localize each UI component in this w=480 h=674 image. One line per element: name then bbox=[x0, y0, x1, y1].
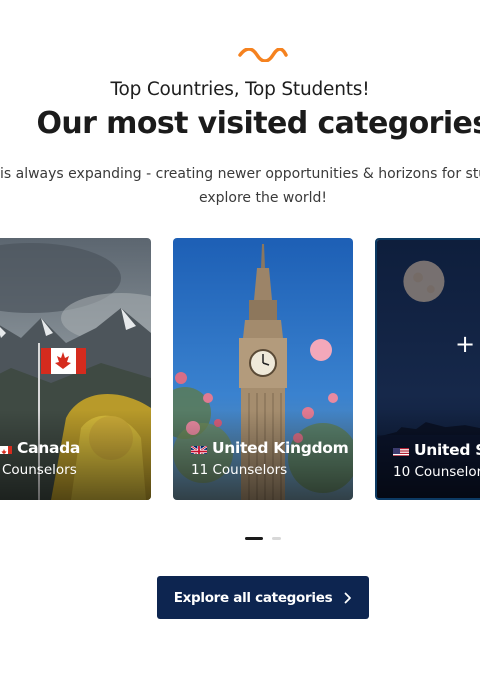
card-country-name: Canada bbox=[17, 439, 81, 457]
category-card-united-states[interactable]: + United St 10 Counselors bbox=[375, 238, 480, 500]
squiggle-decoration-icon bbox=[238, 48, 288, 62]
plus-icon[interactable]: + bbox=[455, 332, 475, 356]
card-counselor-count: 11 Counselors bbox=[191, 462, 288, 478]
flag-uk-icon bbox=[191, 443, 207, 454]
explore-button-label: Explore all categories bbox=[173, 589, 333, 606]
card-title: Canada bbox=[0, 439, 80, 457]
card-title: United St bbox=[393, 441, 480, 459]
chevron-right-icon bbox=[344, 592, 352, 603]
card-country-name: United St bbox=[414, 441, 480, 459]
section-description-line1: is always expanding - creating newer opp… bbox=[0, 166, 480, 182]
section-eyebrow: Top Countries, Top Students! bbox=[110, 79, 370, 100]
flag-canada-icon bbox=[0, 443, 12, 454]
carousel-dot[interactable] bbox=[272, 537, 281, 540]
section-title: Our most visited categories bbox=[36, 106, 480, 141]
carousel-dot-active[interactable] bbox=[245, 537, 263, 540]
category-card-united-kingdom[interactable]: United Kingdom 11 Counselors bbox=[173, 238, 353, 500]
card-counselor-count: Counselors bbox=[2, 462, 77, 478]
categories-section: Top Countries, Top Students! Our most vi… bbox=[0, 0, 480, 674]
flag-us-icon bbox=[393, 445, 409, 456]
card-counselor-count: 10 Counselors bbox=[393, 464, 480, 480]
explore-all-categories-button[interactable]: Explore all categories bbox=[157, 576, 369, 619]
card-country-name: United Kingdom bbox=[212, 439, 349, 457]
card-title: United Kingdom bbox=[191, 439, 349, 457]
category-card-canada[interactable]: Canada Counselors bbox=[0, 238, 151, 500]
section-description-line2: explore the world! bbox=[198, 190, 328, 206]
